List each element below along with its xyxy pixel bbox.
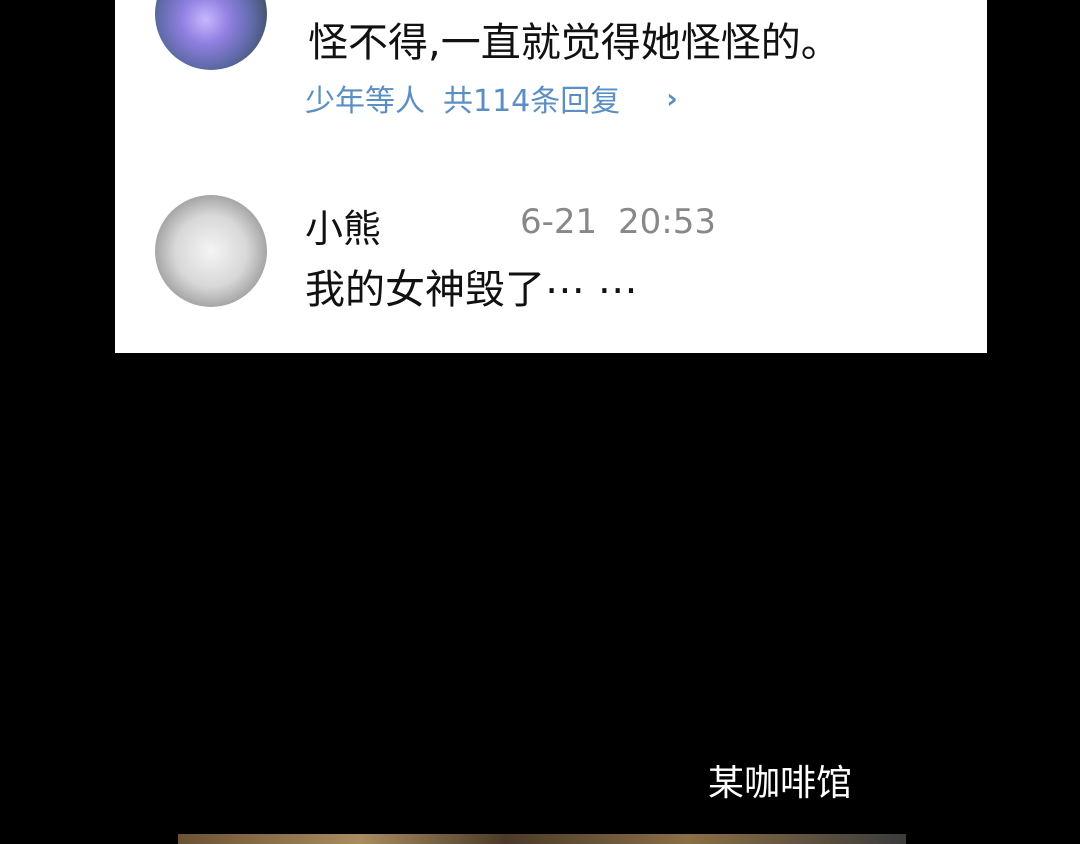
chevron-right-icon: › xyxy=(666,81,678,115)
dog-avatar-icon[interactable] xyxy=(155,195,267,307)
next-comic-panel xyxy=(178,834,906,844)
comment-card: 怪不得,一直就觉得她怪怪的。 少年等人 共114条回复 › 小熊 6-21 20… xyxy=(115,0,987,353)
scene-caption: 某咖啡馆 xyxy=(708,763,853,804)
flower-avatar-icon[interactable] xyxy=(155,0,267,70)
reply-count-label: 共114条回复 xyxy=(443,84,621,119)
comment-timestamp: 6-21 20:53 xyxy=(520,202,716,242)
reply-users-label: 少年等人 xyxy=(305,84,425,119)
comment-text: 我的女神毁了⋯ ⋯ xyxy=(305,267,638,313)
comment-text: 怪不得,一直就觉得她怪怪的。 xyxy=(308,20,841,66)
view-replies-link[interactable]: 少年等人 共114条回复 › xyxy=(305,76,678,120)
comment-username[interactable]: 小熊 xyxy=(305,198,381,253)
comic-page: 怪不得,一直就觉得她怪怪的。 少年等人 共114条回复 › 小熊 6-21 20… xyxy=(0,0,1080,844)
